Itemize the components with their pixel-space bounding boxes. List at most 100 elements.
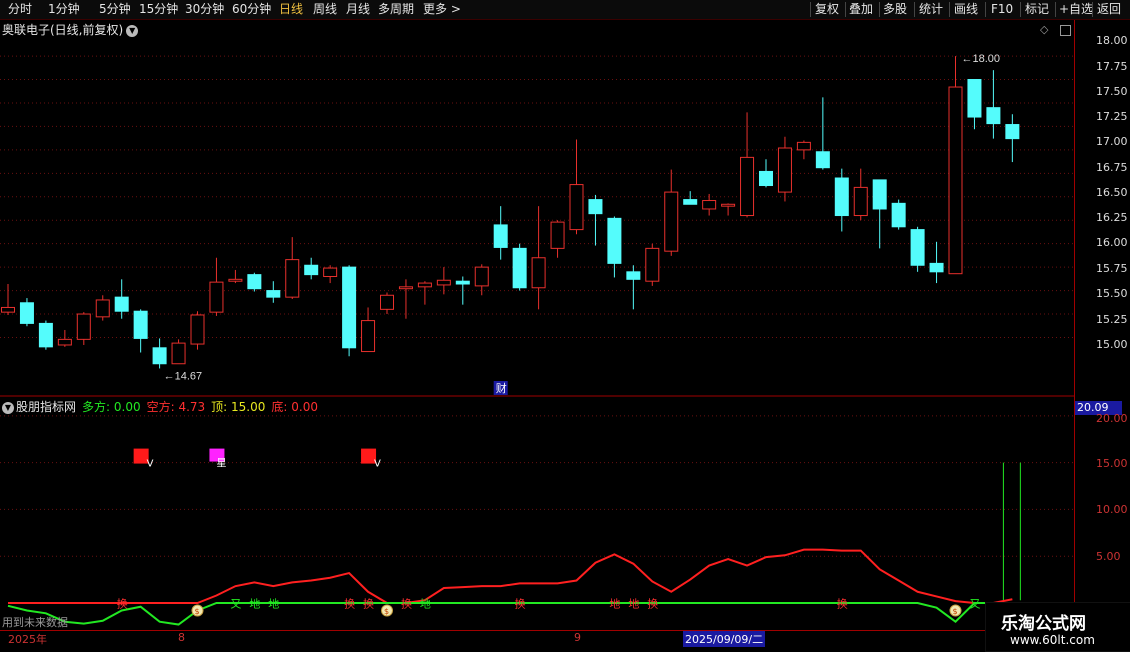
tab-daily[interactable]: 日线 (279, 0, 303, 19)
signal-marker-label: V (147, 458, 154, 469)
candle-body (228, 278, 243, 282)
signal-char: 地 (268, 598, 279, 611)
tab-more[interactable]: 更多 > (423, 0, 461, 19)
candle-body (986, 107, 1001, 125)
candle-body (57, 338, 72, 346)
candle-body (38, 322, 53, 348)
toolbar-divider (985, 2, 986, 17)
kline-chart[interactable]: ←18.00←14.67财V 星 V换又地地换换换地换地地换换又$ $ $ (0, 20, 1074, 630)
statistics-button[interactable]: 统计 (919, 0, 943, 19)
candle-body (152, 347, 167, 365)
candle-body (531, 257, 546, 289)
candle-body (247, 274, 262, 290)
candle-body (19, 302, 34, 324)
indicator-name: 股朋指标网 (16, 400, 77, 414)
candle-body (645, 247, 660, 282)
toolbar-divider (1055, 2, 1056, 17)
toolbar-divider (914, 2, 915, 17)
indicator-tick: 10.00 (1096, 503, 1128, 516)
signal-char: 换 (117, 597, 128, 611)
kong-value: 空方: 4.73 (146, 400, 206, 414)
price-tick: 16.50 (1096, 186, 1128, 199)
candle-body (815, 151, 830, 169)
candle-body (95, 299, 110, 318)
candle-body (114, 296, 129, 312)
candle-body (740, 156, 755, 217)
price-tick: 15.50 (1096, 287, 1128, 300)
money-bag-symbol: $ (953, 607, 958, 616)
candle-body (569, 184, 584, 231)
candle-body (702, 200, 717, 210)
candle-body (474, 266, 489, 287)
f10-button[interactable]: F10 (991, 0, 1013, 19)
candle-body (910, 229, 925, 266)
watermark-logo: 乐淘公式网 www.60lt.com (985, 602, 1130, 652)
money-bag-icon: $ (949, 604, 962, 617)
candle-body (417, 282, 432, 288)
signal-char: 又 (969, 598, 980, 611)
tab-30min[interactable]: 30分钟 (185, 0, 224, 19)
finance-badge-label: 财 (496, 381, 507, 395)
month-label: 9 (574, 631, 581, 644)
indicator-tick: 20.00 (1096, 412, 1128, 425)
chevron-down-icon[interactable]: ▼ (2, 401, 14, 414)
candle-body (759, 170, 773, 187)
draw-line-button[interactable]: 画线 (954, 0, 978, 19)
candle-body (76, 313, 91, 340)
low-price-label: ←14.67 (164, 370, 203, 382)
candle-body (626, 271, 641, 280)
overlay-button[interactable]: 叠加 (849, 0, 873, 19)
signal-char: 换 (363, 597, 374, 611)
tab-5min[interactable]: 5分钟 (99, 0, 131, 19)
price-tick: 16.25 (1096, 211, 1128, 224)
date-axis: 2025年 8 9 2025/09/09/二 (0, 630, 1074, 647)
price-tick: 16.00 (1096, 236, 1128, 249)
candle-body (455, 280, 470, 285)
toolbar-divider (810, 2, 811, 17)
price-tick: 15.25 (1096, 313, 1128, 326)
candle-body (550, 221, 565, 249)
candle-body (266, 290, 281, 298)
tab-monthly[interactable]: 月线 (346, 0, 370, 19)
candle-body (209, 281, 224, 313)
tab-15min[interactable]: 15分钟 (139, 0, 178, 19)
tab-60min[interactable]: 60分钟 (232, 0, 271, 19)
signal-char: 地 (420, 598, 431, 611)
tab-fenshi[interactable]: 分时 (8, 0, 32, 19)
price-tick: 17.50 (1096, 85, 1128, 98)
candle-body (493, 224, 508, 248)
candle-body (323, 267, 338, 278)
candle-body (436, 279, 451, 286)
tab-multi-period[interactable]: 多周期 (378, 0, 414, 19)
period-toolbar: 分时 1分钟 5分钟 15分钟 30分钟 60分钟 日线 周线 月线 多周期 更… (0, 0, 1130, 20)
signal-char: 地 (609, 598, 620, 611)
money-bag-symbol: $ (195, 607, 200, 616)
add-watchlist-button[interactable]: +自选 (1059, 0, 1093, 19)
candle-body (361, 320, 376, 353)
back-button[interactable]: 返回 (1097, 0, 1121, 19)
signal-char: 地 (249, 598, 260, 611)
tab-1min[interactable]: 1分钟 (48, 0, 80, 19)
toolbar-divider (1020, 2, 1021, 17)
candle-body (891, 202, 906, 228)
candle-body (1, 306, 15, 313)
candle-body (171, 342, 186, 365)
price-tick: 15.75 (1096, 262, 1128, 275)
year-label: 2025年 (8, 633, 47, 646)
candle-body (285, 259, 300, 298)
candle-body (512, 247, 527, 289)
di-value: 底: 0.00 (271, 400, 318, 414)
candle-body (588, 199, 603, 215)
fuquan-button[interactable]: 复权 (815, 0, 839, 19)
candle-body (683, 199, 698, 205)
mark-button[interactable]: 标记 (1025, 0, 1049, 19)
candle-body (929, 262, 944, 273)
signal-char: 换 (647, 597, 658, 611)
money-bag-icon: $ (191, 604, 204, 617)
toolbar-divider (879, 2, 880, 17)
candle-body (796, 141, 811, 151)
candle-body (853, 186, 868, 217)
month-label: 8 (178, 631, 185, 644)
tab-weekly[interactable]: 周线 (313, 0, 337, 19)
multi-stock-button[interactable]: 多股 (883, 0, 907, 19)
